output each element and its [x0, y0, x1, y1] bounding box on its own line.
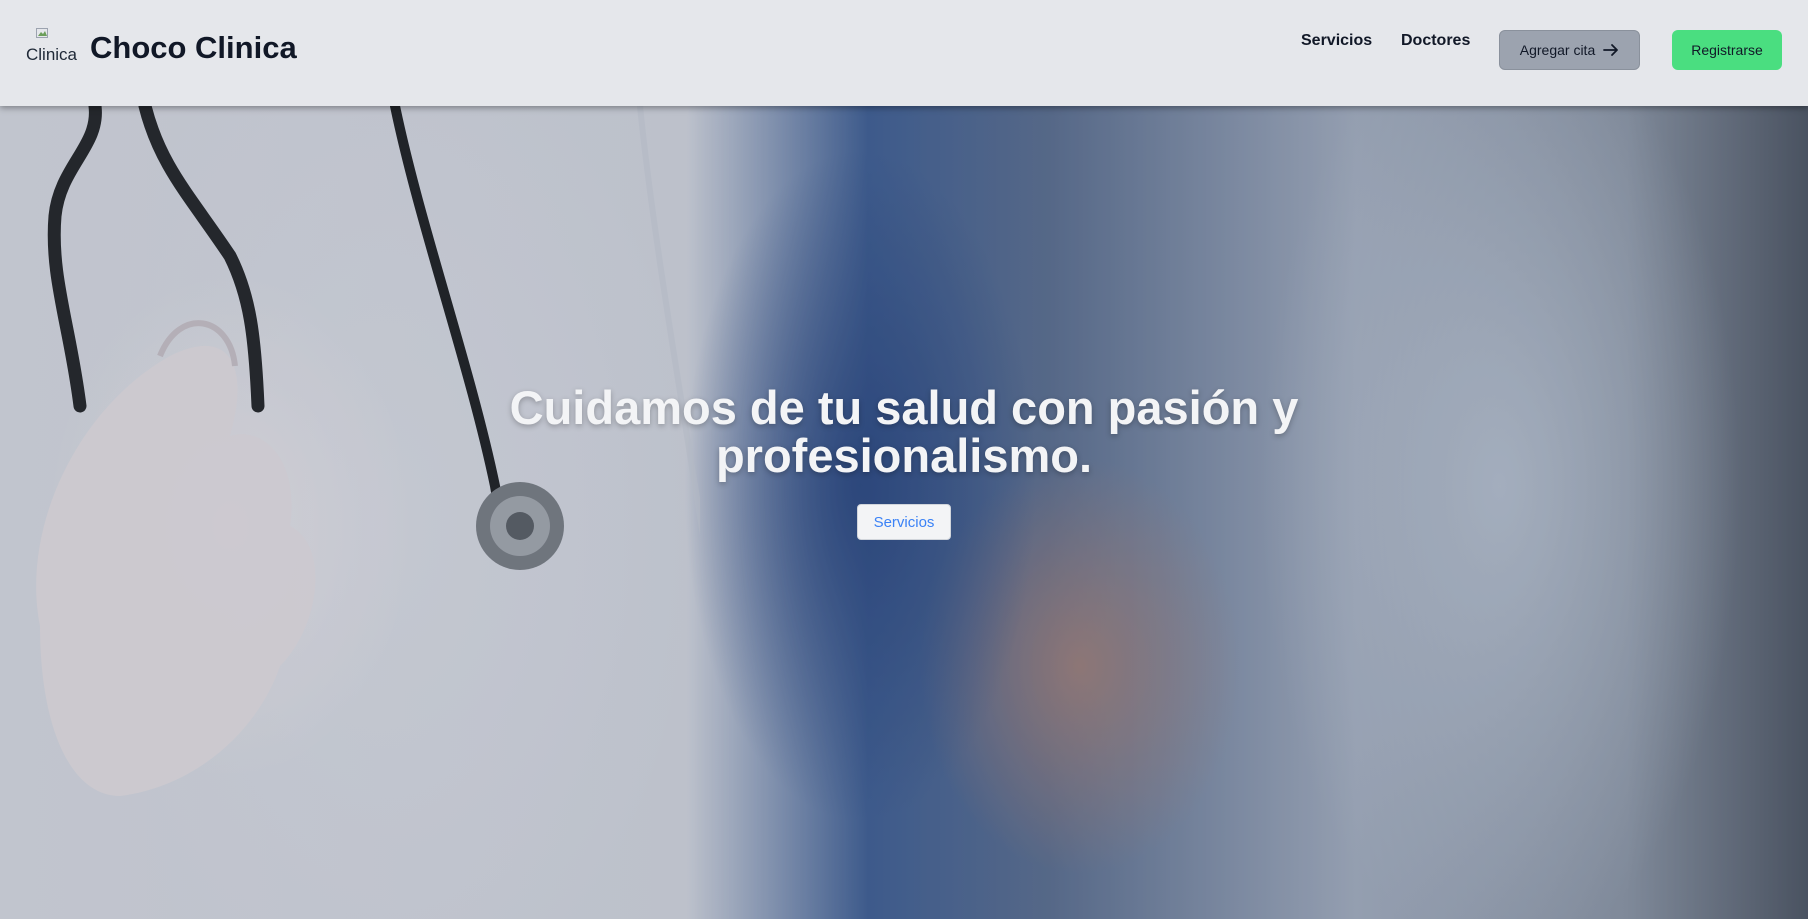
- registrarse-label: Registrarse: [1691, 42, 1763, 58]
- brand-name[interactable]: Choco Clinica: [90, 30, 297, 66]
- hero-title: Cuidamos de tu salud con pasión y profes…: [509, 381, 1299, 482]
- registrarse-button[interactable]: Registrarse: [1672, 30, 1782, 70]
- nav-servicios[interactable]: Servicios: [1301, 32, 1372, 50]
- nav-doctores[interactable]: Doctores: [1401, 32, 1470, 50]
- logo-alt-text: Clinica: [26, 45, 78, 64]
- arrow-right-icon: [1603, 44, 1619, 56]
- agregar-cita-label: Agregar cita: [1519, 42, 1596, 58]
- agregar-cita-button[interactable]: Agregar cita: [1499, 30, 1640, 70]
- clinic-logo[interactable]: Clinica: [26, 28, 78, 64]
- hero-servicios-button[interactable]: Servicios: [857, 504, 951, 540]
- navbar: Clinica Choco Clinica Servicios Doctores…: [0, 0, 1808, 106]
- hero-section: Cuidamos de tu salud con pasión y profes…: [0, 106, 1808, 919]
- hero-servicios-label: Servicios: [873, 513, 935, 531]
- broken-image-icon: [36, 28, 48, 38]
